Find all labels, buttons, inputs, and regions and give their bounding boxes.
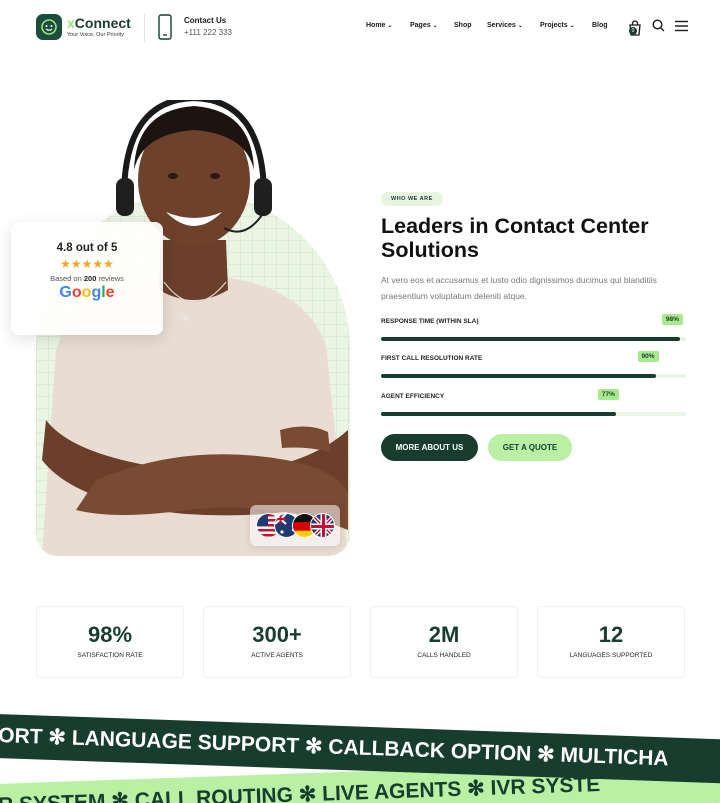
- metric-value-badge: 90%: [637, 351, 659, 362]
- nav-projects[interactable]: Projects ⌄: [540, 22, 592, 29]
- progress-fill: [381, 412, 616, 416]
- stat-value: 12: [598, 622, 624, 647]
- contact-info[interactable]: Contact Us +111 222 333: [184, 15, 232, 40]
- google-logo: Google: [59, 284, 115, 301]
- logo-tagline: Your Voice, Our Priority: [67, 31, 124, 38]
- logo[interactable]: xConnect Your Voice, Our Priority: [36, 14, 131, 40]
- phone-icon: [158, 14, 172, 45]
- header-divider: [144, 14, 145, 42]
- chevron-down-icon: ⌄: [569, 23, 575, 29]
- metric-agent-efficiency: AGENT EFFICIENCY 77%: [381, 389, 686, 423]
- nav-home[interactable]: Home ⌄: [366, 22, 410, 29]
- metric-label: FIRST CALL RESOLUTION RATE: [381, 355, 483, 362]
- nav-pages[interactable]: Pages ⌄: [410, 22, 454, 29]
- stat-label: ACTIVE AGENTS: [251, 652, 303, 659]
- cart-count-badge: 0: [629, 27, 637, 35]
- progress-track: [381, 374, 686, 378]
- stat-value: 300+: [252, 622, 302, 647]
- nav-services[interactable]: Services ⌄: [487, 22, 540, 29]
- section-tag: WHO WE ARE: [381, 192, 443, 206]
- site-header: xConnect Your Voice, Our Priority Contac…: [0, 0, 720, 56]
- metric-value-badge: 98%: [661, 314, 683, 325]
- hero-lead-text: At vero eos et accusamus et iusto odio d…: [381, 275, 657, 301]
- stat-card: 300+ ACTIVE AGENTS: [203, 606, 351, 678]
- get-a-quote-button[interactable]: GET A QUOTE: [488, 434, 572, 461]
- metric-label: RESPONSE TIME (WITHIN SLA): [381, 318, 479, 325]
- header-actions: 0: [628, 19, 688, 37]
- more-about-us-button[interactable]: MORE ABOUT US: [381, 434, 478, 461]
- nav-blog[interactable]: Blog: [592, 22, 622, 29]
- stat-label: LANGUAGES SUPPORTED: [569, 652, 653, 659]
- cart-icon[interactable]: 0: [628, 20, 642, 36]
- metric-value-badge: 77%: [597, 389, 619, 400]
- nav-shop[interactable]: Shop: [454, 22, 487, 29]
- contact-phone[interactable]: +111 222 333: [184, 26, 232, 40]
- chevron-down-icon: ⌄: [517, 23, 523, 29]
- progress-track: [381, 412, 686, 416]
- search-icon[interactable]: [652, 19, 665, 37]
- stat-card: 12 LANGUAGES SUPPORTED: [537, 606, 685, 678]
- logo-name: xConnect: [67, 14, 131, 31]
- stat-value: 2M: [428, 622, 460, 647]
- contact-title: Contact Us: [184, 16, 227, 25]
- metric-label: AGENT EFFICIENCY: [381, 393, 445, 400]
- rating-based-on: Based on 200 reviews: [50, 274, 124, 283]
- stat-card: 2M CALLS HANDLED: [370, 606, 518, 678]
- chevron-down-icon: ⌄: [432, 23, 438, 29]
- stat-value: 98%: [87, 622, 133, 647]
- stat-label: CALLS HANDLED: [417, 652, 471, 659]
- progress-track: [381, 337, 686, 341]
- rating-score: 4.8 out of 5: [56, 242, 118, 254]
- rating-card: 4.8 out of 5 ★★★★★ Based on 200 reviews …: [11, 222, 163, 335]
- metric-response-time: RESPONSE TIME (WITHIN SLA) 98%: [381, 314, 686, 348]
- language-flags: [250, 505, 340, 546]
- chevron-down-icon: ⌄: [387, 23, 393, 29]
- hero-headline: Leaders in Contact Center Solutions: [381, 214, 649, 262]
- progress-fill: [381, 374, 656, 378]
- metric-first-call-resolution: FIRST CALL RESOLUTION RATE 90%: [381, 351, 686, 385]
- progress-fill: [381, 337, 680, 341]
- main-nav: Home ⌄ Pages ⌄ Shop Services ⌄ Projects ⌄ Bl…: [366, 22, 622, 29]
- uk-flag-icon: [310, 513, 335, 538]
- logo-chat-icon: [36, 14, 62, 40]
- rating-stars: ★★★★★: [60, 257, 114, 271]
- menu-icon[interactable]: [675, 19, 688, 37]
- stat-label: SATISFACTION RATE: [77, 652, 143, 659]
- page: xConnect Your Voice, Our Priority Contac…: [0, 0, 720, 803]
- stat-card: 98% SATISFACTION RATE: [36, 606, 184, 678]
